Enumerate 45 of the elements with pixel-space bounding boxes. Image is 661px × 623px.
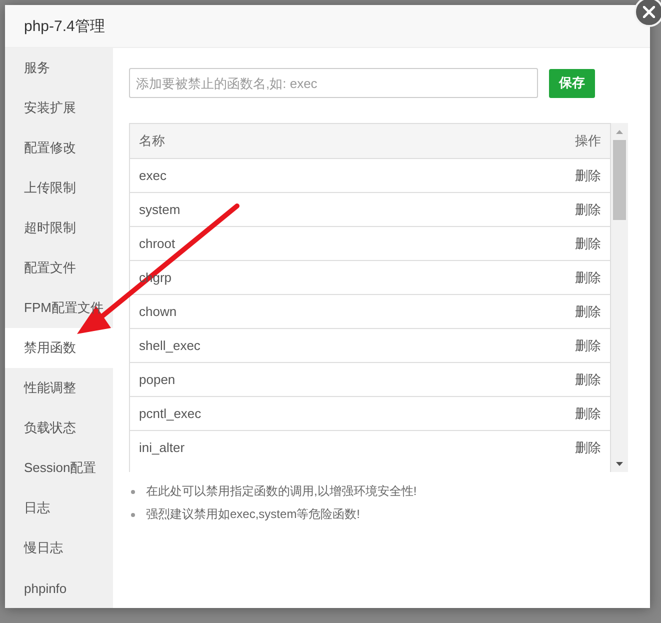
scroll-up-icon[interactable] — [616, 130, 623, 134]
function-name-cell: chown — [139, 304, 177, 319]
scrollbar-track[interactable] — [611, 123, 628, 472]
function-name-cell: system — [139, 202, 180, 217]
sidebar-item[interactable]: 上传限制 — [5, 168, 113, 208]
function-name-cell: shell_exec — [139, 338, 200, 353]
function-name-cell: chroot — [139, 236, 176, 251]
sidebar-item[interactable]: 负载状态 — [5, 408, 113, 448]
scroll-down-icon[interactable] — [616, 462, 623, 466]
sidebar-item[interactable]: FPM配置文件 — [5, 288, 113, 328]
delete-link[interactable]: 删除 — [575, 336, 601, 354]
column-header: 操作 — [575, 132, 601, 150]
sidebar-item[interactable]: 日志 — [5, 488, 113, 528]
delete-link[interactable]: 删除 — [575, 166, 601, 184]
delete-link[interactable]: 删除 — [575, 404, 601, 422]
delete-link[interactable]: 删除 — [575, 234, 601, 252]
function-name-cell: exec — [139, 168, 166, 183]
delete-link[interactable]: 删除 — [575, 200, 601, 218]
sidebar-item[interactable]: 配置修改 — [5, 128, 113, 168]
dialog-title: php-7.4管理 — [24, 16, 105, 36]
sidebar-item[interactable]: 配置文件 — [5, 248, 113, 288]
close-icon — [643, 6, 655, 18]
bullet-icon — [131, 490, 135, 494]
column-header: 名称 — [139, 132, 165, 150]
scrollbar-thumb[interactable] — [613, 140, 626, 220]
sidebar-item[interactable]: 服务 — [5, 48, 113, 88]
sidebar-item[interactable]: 安装扩展 — [5, 88, 113, 128]
function-name-cell: popen — [139, 372, 176, 387]
delete-link[interactable]: 删除 — [575, 370, 601, 388]
sidebar-item[interactable]: 禁用函数 — [5, 328, 113, 368]
delete-link[interactable]: 删除 — [575, 302, 601, 320]
note-text: 强烈建议禁用如exec,system等危险函数! — [146, 506, 360, 523]
sidebar-item[interactable]: 慢日志 — [5, 528, 113, 568]
sidebar-item[interactable]: 超时限制 — [5, 208, 113, 248]
close-button[interactable] — [634, 0, 661, 27]
bullet-icon — [131, 512, 135, 516]
delete-link[interactable]: 删除 — [575, 438, 601, 456]
note-text: 在此处可以禁用指定函数的调用,以增强环境安全性! — [146, 483, 417, 500]
delete-link[interactable]: 删除 — [575, 268, 601, 286]
function-name-cell: pcntl_exec — [139, 406, 202, 421]
function-name-input[interactable]: 添加要被禁止的函数名,如: exec — [129, 68, 538, 98]
sidebar-item[interactable]: Session配置 — [5, 448, 113, 488]
sidebar-item[interactable]: 性能调整 — [5, 368, 113, 408]
function-name-cell: ini_alter — [139, 440, 185, 455]
sidebar-item[interactable]: phpinfo — [5, 568, 113, 608]
